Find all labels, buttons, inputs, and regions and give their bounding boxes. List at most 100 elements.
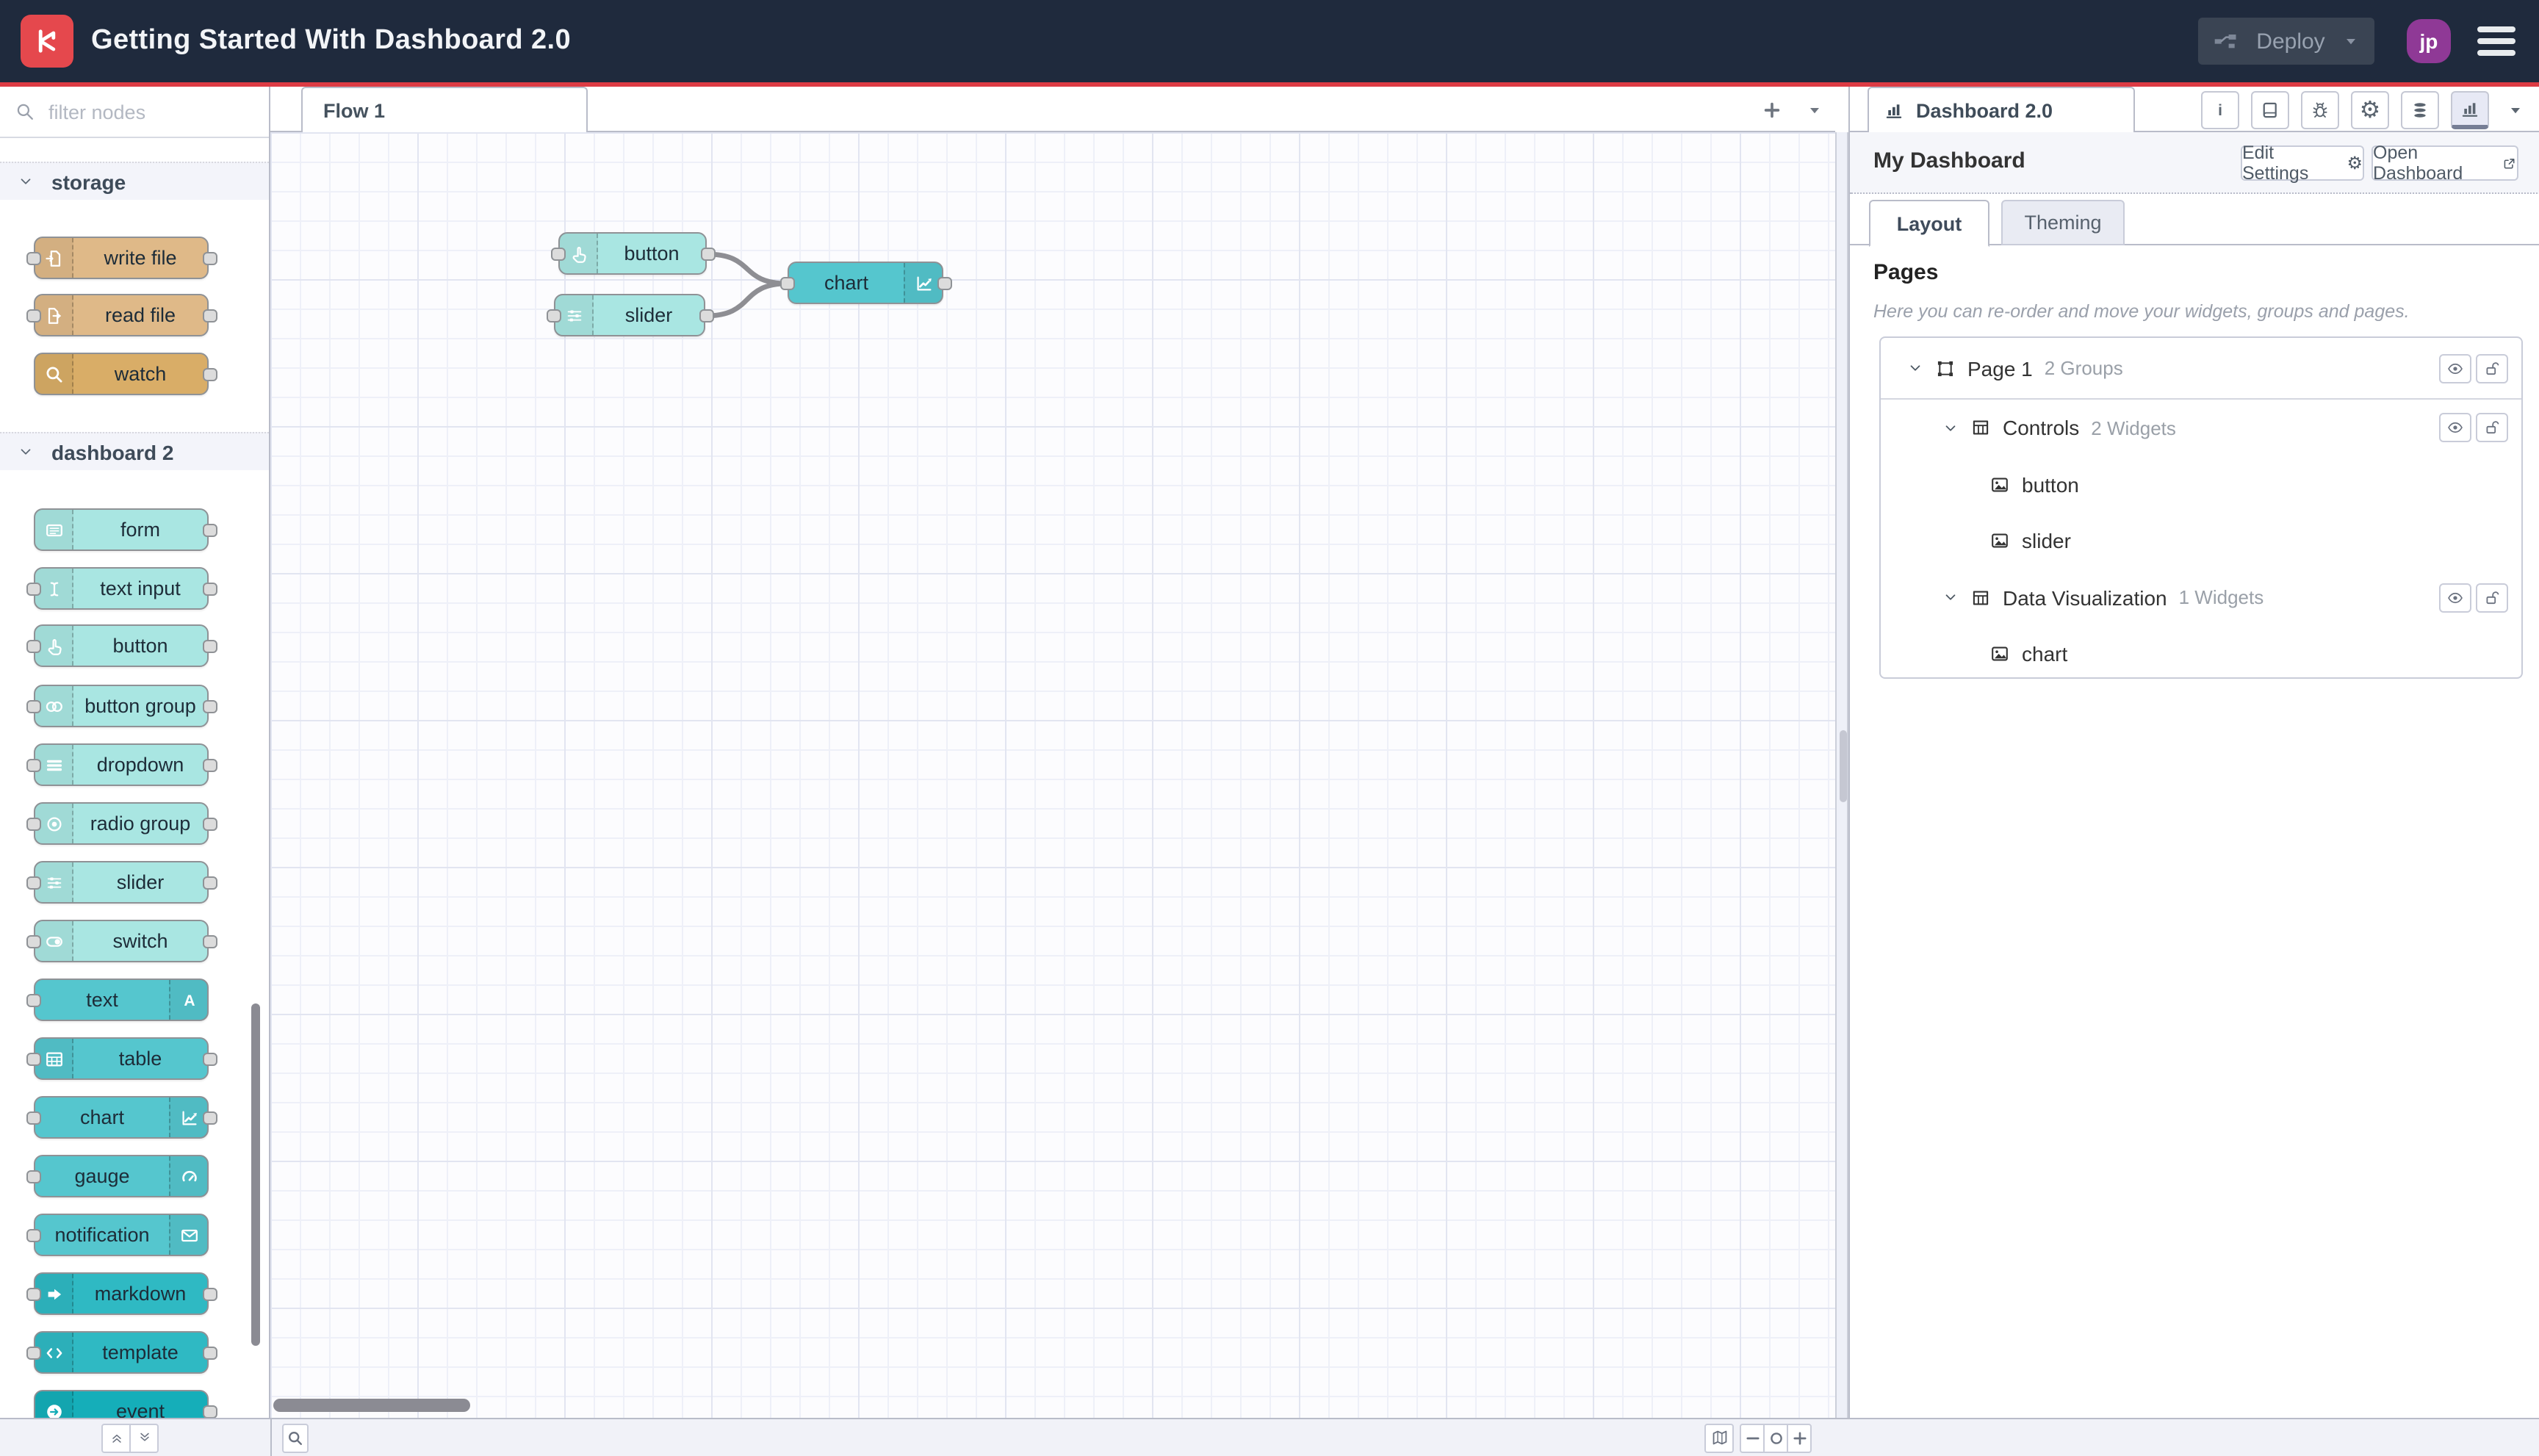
palette-expand-all-button[interactable] xyxy=(129,1423,159,1452)
chevron-down-icon[interactable] xyxy=(1942,590,1959,606)
output-port[interactable] xyxy=(202,934,217,948)
flow-node-button[interactable]: button xyxy=(550,232,715,275)
chevron-down-icon[interactable] xyxy=(1907,360,1923,376)
output-port[interactable] xyxy=(202,1346,217,1359)
palette-node-template[interactable]: template xyxy=(26,1331,217,1374)
output-port[interactable] xyxy=(202,367,217,381)
palette-node-write-file[interactable]: write file xyxy=(26,237,217,279)
output-port[interactable] xyxy=(202,1052,217,1065)
palette-node-text[interactable]: text A xyxy=(26,979,209,1021)
visibility-toggle-button[interactable] xyxy=(2439,413,2471,442)
tab-flow-1[interactable]: Flow 1 xyxy=(301,87,588,132)
input-port[interactable] xyxy=(779,276,794,289)
input-port[interactable] xyxy=(26,1346,40,1359)
palette-node-watch[interactable]: watch xyxy=(34,353,217,395)
wire-slider-to-chart[interactable] xyxy=(702,281,790,319)
output-port[interactable] xyxy=(202,1111,217,1124)
palette-node-radio-group[interactable]: radio group xyxy=(26,802,217,845)
palette-node-gauge[interactable]: gauge xyxy=(26,1155,209,1197)
palette-node-table[interactable]: table xyxy=(26,1037,217,1080)
output-port[interactable] xyxy=(202,876,217,889)
zoom-in-button[interactable] xyxy=(1787,1423,1812,1452)
context-data-sidebar-button[interactable] xyxy=(2401,91,2439,129)
canvas-horizontal-scrollbar[interactable] xyxy=(273,1399,470,1412)
flow-list-caret-button[interactable] xyxy=(1794,87,1835,132)
input-port[interactable] xyxy=(26,1052,40,1065)
palette-filter-input[interactable] xyxy=(46,99,254,124)
palette-node-slider[interactable]: slider xyxy=(26,861,217,904)
user-avatar[interactable]: jp xyxy=(2407,19,2451,63)
input-port[interactable] xyxy=(26,251,40,264)
flow-grid[interactable]: button slider chart xyxy=(270,132,1835,1418)
debug-sidebar-button[interactable] xyxy=(2301,91,2339,129)
sidebar-tab-dashboard[interactable]: Dashboard 2.0 xyxy=(1868,87,2135,132)
palette-node-button[interactable]: button xyxy=(26,624,217,667)
input-port[interactable] xyxy=(26,699,40,713)
input-port[interactable] xyxy=(26,817,40,830)
deploy-caret-icon[interactable] xyxy=(2342,32,2360,50)
tree-row-widget-button[interactable]: button xyxy=(1881,456,2521,513)
palette-node-markdown[interactable]: markdown xyxy=(26,1272,217,1315)
workspace-canvas[interactable]: Flow 1 button slider chart xyxy=(270,87,1835,1418)
output-port[interactable] xyxy=(700,247,715,260)
tab-layout[interactable]: Layout xyxy=(1869,200,1989,247)
lock-toggle-button[interactable] xyxy=(2476,413,2508,442)
palette-node-chart[interactable]: chart xyxy=(26,1096,217,1139)
input-port[interactable] xyxy=(26,1170,40,1183)
palette-scrollbar[interactable] xyxy=(251,1003,260,1346)
tree-row-group-data-visualization[interactable]: Data Visualization 1 Widgets xyxy=(1881,569,2521,626)
tree-row-widget-chart[interactable]: chart xyxy=(1881,626,2521,680)
input-port[interactable] xyxy=(26,934,40,948)
config-nodes-sidebar-button[interactable]: ⚙ xyxy=(2351,91,2389,129)
output-port[interactable] xyxy=(202,699,217,713)
output-port[interactable] xyxy=(699,309,713,322)
zoom-reset-button[interactable] xyxy=(1763,1423,1788,1452)
output-port[interactable] xyxy=(937,276,951,289)
output-port[interactable] xyxy=(202,817,217,830)
navigator-map-button[interactable] xyxy=(1704,1423,1734,1452)
search-flows-button[interactable] xyxy=(282,1423,309,1452)
input-port[interactable] xyxy=(546,309,561,322)
deploy-button[interactable]: Deploy xyxy=(2198,18,2374,65)
wire-button-to-chart[interactable] xyxy=(704,251,790,286)
input-port[interactable] xyxy=(550,247,565,260)
input-port[interactable] xyxy=(26,639,40,652)
flow-node-chart[interactable]: chart xyxy=(779,262,951,304)
palette-node-event[interactable]: event xyxy=(34,1390,217,1418)
palette-node-dropdown[interactable]: dropdown xyxy=(26,743,217,786)
edit-settings-button[interactable]: Edit Settings ⚙ xyxy=(2241,143,2364,184)
main-menu-button[interactable] xyxy=(2477,26,2515,56)
output-port[interactable] xyxy=(202,639,217,652)
input-port[interactable] xyxy=(26,309,40,322)
add-flow-button[interactable] xyxy=(1751,87,1793,132)
output-port[interactable] xyxy=(202,309,217,322)
output-port[interactable] xyxy=(202,582,217,595)
lock-toggle-button[interactable] xyxy=(2476,354,2508,383)
palette-collapse-all-button[interactable] xyxy=(101,1423,131,1452)
palette-node-text-input[interactable]: text input xyxy=(26,567,217,610)
output-port[interactable] xyxy=(202,1287,217,1300)
output-port[interactable] xyxy=(202,758,217,771)
tree-row-group-controls[interactable]: Controls 2 Widgets xyxy=(1881,400,2521,456)
palette-category-dashboard-2[interactable]: dashboard 2 xyxy=(0,432,269,470)
palette-node-notification[interactable]: notification xyxy=(26,1214,209,1256)
tab-theming[interactable]: Theming xyxy=(2001,200,2125,245)
palette-node-button-group[interactable]: button group xyxy=(26,685,217,727)
input-port[interactable] xyxy=(26,876,40,889)
open-dashboard-button[interactable]: Open Dashboard xyxy=(2371,143,2518,184)
canvas-vertical-scrollbar[interactable] xyxy=(1835,132,1848,1418)
tree-row-widget-slider[interactable]: slider xyxy=(1881,513,2521,569)
output-port[interactable] xyxy=(202,1405,217,1418)
flow-node-slider[interactable]: slider xyxy=(546,294,713,336)
visibility-toggle-button[interactable] xyxy=(2439,583,2471,612)
info-sidebar-button[interactable]: i xyxy=(2201,91,2239,129)
dashboard-sidebar-button[interactable] xyxy=(2451,91,2489,129)
input-port[interactable] xyxy=(26,1228,40,1241)
palette-node-form[interactable]: form xyxy=(34,508,217,551)
input-port[interactable] xyxy=(26,1111,40,1124)
palette-node-read-file[interactable]: read file xyxy=(26,294,217,336)
tree-row-page-1[interactable]: Page 1 2 Groups xyxy=(1881,338,2521,400)
input-port[interactable] xyxy=(26,758,40,771)
input-port[interactable] xyxy=(26,993,40,1006)
help-sidebar-button[interactable] xyxy=(2251,91,2289,129)
